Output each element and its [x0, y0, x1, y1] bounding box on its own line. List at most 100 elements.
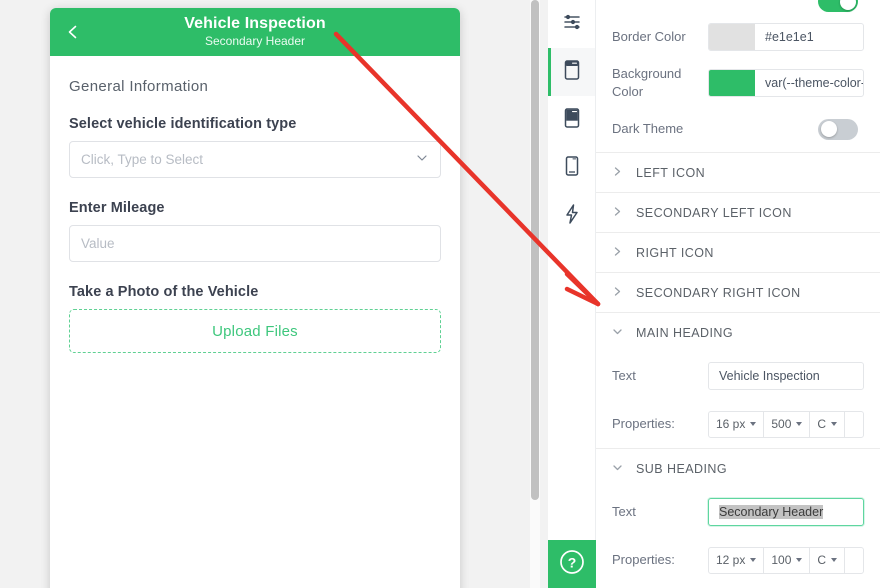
caret-down-icon	[750, 422, 757, 426]
main-heading-font-weight-select[interactable]: 500	[764, 411, 811, 437]
canvas-scrollbar[interactable]	[530, 0, 540, 588]
mileage-label: Enter Mileage	[69, 200, 165, 216]
sub-heading-text-label: Text	[612, 504, 636, 520]
chevron-down-icon	[612, 460, 623, 478]
caret-down-icon	[796, 422, 803, 426]
chevron-down-icon[interactable]	[415, 150, 429, 169]
sub-heading-property-controls: 12 px 100 C	[708, 546, 864, 574]
photo-upload-label: Take a Photo of the Vehicle	[69, 284, 259, 300]
main-heading-text-row: Text Vehicle Inspection	[596, 352, 880, 400]
border-color-value[interactable]: #e1e1e1	[755, 24, 863, 50]
preview-form-body: General Information Select vehicle ident…	[50, 56, 460, 353]
section-main-heading[interactable]: MAIN HEADING	[596, 312, 880, 352]
chevron-down-icon	[612, 324, 623, 342]
dark-theme-row: Dark Theme	[596, 106, 880, 152]
background-color-swatch[interactable]	[709, 70, 755, 96]
chevron-left-icon[interactable]	[64, 23, 82, 41]
section-secondary-left-icon[interactable]: SECONDARY LEFT ICON	[596, 192, 880, 232]
section-sub-heading[interactable]: SUB HEADING	[596, 448, 880, 488]
question-mark-icon: ?	[558, 548, 586, 581]
background-color-row: Background Color var(--theme-color-ba	[596, 60, 880, 106]
sub-heading-font-size-value: 12 px	[716, 553, 746, 567]
main-heading-properties-label: Properties:	[612, 416, 675, 432]
mileage-input[interactable]: Value	[69, 225, 441, 262]
caret-down-icon	[750, 558, 757, 562]
app-root: Vehicle Inspection Secondary Header Gene…	[0, 0, 880, 588]
mileage-placeholder: Value	[81, 236, 115, 251]
background-color-label: Background Color	[612, 66, 682, 99]
section-left-icon[interactable]: LEFT ICON	[596, 152, 880, 192]
chevron-right-icon	[612, 164, 623, 182]
sub-heading-text-input[interactable]: Secondary Header	[708, 498, 864, 526]
main-heading-color-swatch[interactable]	[845, 412, 863, 437]
sub-heading-font-weight-value: 100	[771, 553, 792, 567]
main-heading-font-size-select[interactable]: 16 px	[709, 411, 765, 437]
general-information-title: General Information	[69, 78, 209, 95]
sub-heading-align-select[interactable]: C	[810, 547, 846, 573]
section-secondary-right-icon-title: SECONDARY RIGHT ICON	[636, 285, 801, 300]
sub-heading-color-swatch[interactable]	[845, 548, 863, 573]
help-button[interactable]: ?	[548, 540, 596, 588]
sub-heading-properties-row: Properties: 12 px 100 C	[596, 536, 880, 584]
rail-item-mobile-device[interactable]	[548, 144, 595, 192]
properties-panel: Border Color #e1e1e1 Background Color va…	[596, 0, 880, 588]
section-left-icon-title: LEFT ICON	[636, 165, 706, 180]
sliders-icon	[562, 12, 582, 37]
sub-heading-text-row: Text Secondary Header	[596, 488, 880, 536]
section-secondary-left-icon-title: SECONDARY LEFT ICON	[636, 205, 792, 220]
background-color-field[interactable]: var(--theme-color-ba	[708, 69, 864, 97]
top-toggle-row	[596, 0, 880, 14]
preview-main-heading: Vehicle Inspection	[184, 14, 326, 32]
border-color-row: Border Color #e1e1e1	[596, 14, 880, 60]
sub-heading-text-value: Secondary Header	[719, 505, 824, 519]
main-heading-text-label: Text	[612, 368, 636, 384]
sub-heading-font-weight-select[interactable]: 100	[764, 547, 811, 573]
dark-theme-label: Dark Theme	[612, 121, 684, 137]
canvas-scrollbar-thumb[interactable]	[531, 0, 539, 500]
upload-files-label: Upload Files	[212, 322, 298, 340]
sub-heading-align-value: C	[817, 553, 827, 567]
section-right-icon[interactable]: RIGHT ICON	[596, 232, 880, 272]
header-layout-icon	[562, 59, 582, 86]
top-toggle[interactable]	[818, 0, 858, 12]
upload-files-dropzone[interactable]: Upload Files	[69, 309, 441, 353]
svg-text:?: ?	[568, 554, 577, 570]
vehicle-id-type-placeholder: Click, Type to Select	[81, 152, 204, 167]
chevron-right-icon	[612, 284, 623, 302]
caret-down-icon	[796, 558, 803, 562]
border-color-swatch[interactable]	[709, 24, 755, 50]
vehicle-id-type-select[interactable]: Click, Type to Select	[69, 141, 441, 178]
mobile-device-icon	[563, 155, 581, 182]
vehicle-id-type-label: Select vehicle identification type	[69, 116, 297, 132]
rail-item-header-layout[interactable]	[548, 48, 595, 96]
sub-heading-font-size-select[interactable]: 12 px	[709, 547, 765, 573]
caret-down-icon	[831, 558, 838, 562]
main-heading-align-select[interactable]: C	[810, 411, 846, 437]
main-heading-properties-row: Properties: 16 px 500 C	[596, 400, 880, 448]
section-right-icon-title: RIGHT ICON	[636, 245, 714, 260]
main-heading-text-input[interactable]: Vehicle Inspection	[708, 362, 864, 390]
section-sub-heading-title: SUB HEADING	[636, 461, 728, 476]
background-color-value[interactable]: var(--theme-color-ba	[755, 70, 863, 96]
phone-preview-card: Vehicle Inspection Secondary Header Gene…	[50, 8, 460, 588]
lightning-bolt-icon	[562, 203, 582, 230]
chevron-right-icon	[612, 244, 623, 262]
main-heading-property-controls: 16 px 500 C	[708, 410, 864, 438]
rail-item-settings[interactable]	[548, 0, 595, 48]
chevron-right-icon	[612, 204, 623, 222]
dark-theme-toggle[interactable]	[818, 118, 858, 140]
caret-down-icon	[831, 422, 838, 426]
border-color-label: Border Color	[612, 29, 686, 45]
rail-item-footer-layout[interactable]	[548, 96, 595, 144]
rail-item-actions[interactable]	[548, 192, 595, 240]
sub-heading-properties-label: Properties:	[612, 552, 675, 568]
section-main-heading-title: MAIN HEADING	[636, 325, 734, 340]
dark-theme-toggle-knob	[820, 121, 837, 137]
section-secondary-right-icon[interactable]: SECONDARY RIGHT ICON	[596, 272, 880, 312]
footer-layout-icon	[562, 107, 582, 134]
main-heading-align-value: C	[817, 417, 827, 431]
main-heading-font-size-value: 16 px	[716, 417, 746, 431]
border-color-field[interactable]: #e1e1e1	[708, 23, 864, 51]
preview-header-bar: Vehicle Inspection Secondary Header	[50, 8, 460, 56]
top-toggle-knob	[839, 0, 856, 10]
